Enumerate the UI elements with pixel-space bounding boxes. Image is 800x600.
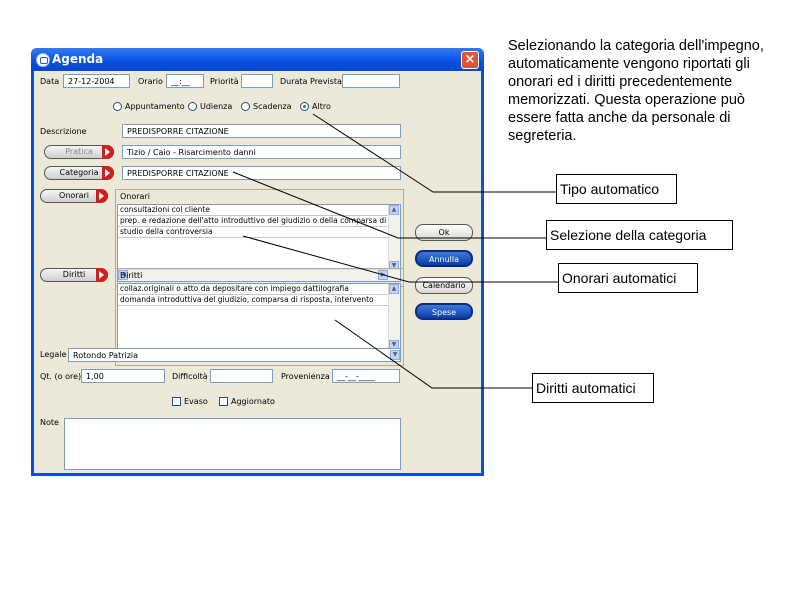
callout-tipo-automatico: Tipo automatico <box>556 174 677 204</box>
annotation-connectors <box>232 113 558 389</box>
callout-onorari-automatici: Onorari automatici <box>558 263 698 293</box>
callout-diritti-automatici: Diritti automatici <box>532 373 654 403</box>
callout-selezione-categoria: Selezione della categoria <box>546 220 733 250</box>
